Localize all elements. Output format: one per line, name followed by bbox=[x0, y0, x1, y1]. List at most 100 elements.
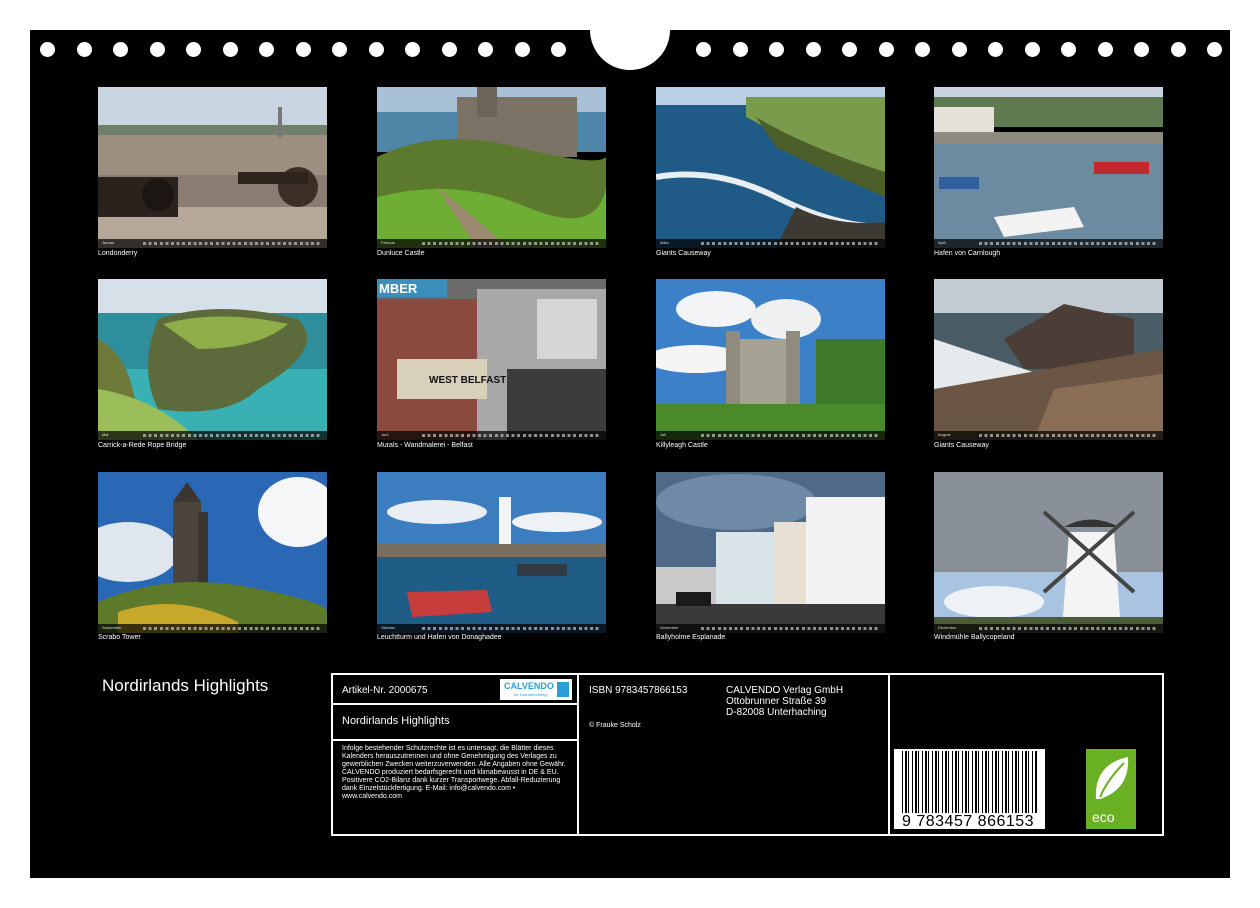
legal-text: Infolge bestehender Schutzrechte ist es … bbox=[342, 745, 566, 800]
caption: Londonderry bbox=[98, 250, 138, 257]
photo-donaghadee-lighthouse bbox=[377, 472, 606, 633]
month-label: April bbox=[938, 240, 947, 245]
divider bbox=[333, 739, 577, 741]
month-label: Juli bbox=[660, 432, 667, 437]
eco-label: eco bbox=[1092, 809, 1115, 825]
binding-hole bbox=[769, 42, 784, 57]
calendar-strip: Februar bbox=[377, 239, 606, 248]
binding-hole bbox=[186, 42, 201, 57]
binding-hole bbox=[113, 42, 128, 57]
thumbnail-carnlough: April bbox=[934, 87, 1163, 248]
month-label: Dezember bbox=[938, 625, 957, 630]
thumbnail-ballyholme: November bbox=[656, 472, 885, 633]
month-label: Mai bbox=[102, 432, 109, 437]
photo-londonderry bbox=[98, 87, 327, 248]
binding-hole bbox=[1134, 42, 1149, 57]
photo-ballyholme-esplanade bbox=[656, 472, 885, 633]
binding-hole bbox=[696, 42, 711, 57]
copyright: © Frauke Scholz bbox=[589, 722, 641, 729]
binding-hole bbox=[842, 42, 857, 57]
thumbnail-giants-causeway-2: August bbox=[934, 279, 1163, 440]
caption: Leuchtturm und Hafen von Donaghadee bbox=[377, 634, 502, 641]
thumbnail-killyleagh-castle: Juli bbox=[656, 279, 885, 440]
binding-hole bbox=[222, 42, 238, 57]
info-title: Nordirlands Highlights bbox=[342, 715, 450, 727]
binding-hole bbox=[259, 42, 274, 57]
binding-hole bbox=[915, 42, 930, 57]
hanger-notch bbox=[590, 28, 670, 70]
calendar-back-cover: Januar Londonderry Februar Dunluce Castl… bbox=[30, 28, 1230, 878]
thumbnail-londonderry: Januar bbox=[98, 87, 327, 248]
binding-hole bbox=[805, 42, 821, 57]
publisher-street: Ottobrunner Straße 39 bbox=[726, 696, 827, 707]
thumbnail-giants-causeway-1: März bbox=[656, 87, 885, 248]
photo-carnlough-harbour bbox=[934, 87, 1163, 248]
thumbnail-ballycopeland: Dezember bbox=[934, 472, 1163, 633]
month-label: August bbox=[938, 432, 951, 437]
month-label: November bbox=[660, 625, 679, 630]
caption: Scrabo Tower bbox=[98, 634, 141, 641]
binding-hole bbox=[441, 42, 457, 57]
caption: Hafen von Carnlough bbox=[934, 250, 1001, 257]
eco-badge: eco bbox=[1086, 749, 1136, 829]
logo-mark-icon bbox=[557, 682, 569, 697]
calvendo-logo: CALVENDO Ihr Kalenderverlag bbox=[500, 679, 572, 700]
binding-hole bbox=[988, 42, 1003, 57]
photo-dunluce-castle bbox=[377, 87, 606, 248]
binding-hole bbox=[514, 42, 530, 57]
leaf-icon bbox=[1095, 757, 1129, 799]
calendar-strip: April bbox=[934, 239, 1163, 248]
logo-text: CALVENDO bbox=[504, 681, 554, 691]
binding-hole bbox=[1170, 42, 1186, 57]
caption: Giants Causeway bbox=[656, 250, 711, 257]
barcode-bars bbox=[902, 751, 1038, 813]
binding-hole bbox=[295, 42, 311, 57]
thumbnail-scrabo-tower: September bbox=[98, 472, 327, 633]
barcode-panel: 9 783457 866153 eco bbox=[890, 675, 1164, 834]
binding-hole bbox=[878, 42, 894, 57]
binding-hole bbox=[368, 42, 384, 57]
calendar-strip: März bbox=[656, 239, 885, 248]
binding-hole bbox=[732, 42, 748, 57]
logo-subtext: Ihr Kalenderverlag bbox=[514, 692, 547, 697]
photo-scrabo-tower bbox=[98, 472, 327, 633]
month-label: März bbox=[660, 240, 669, 245]
isbn: ISBN 9783457866153 bbox=[589, 685, 688, 696]
binding-holes bbox=[30, 28, 1230, 70]
photo-ballycopeland-windmill bbox=[934, 472, 1163, 633]
divider bbox=[577, 675, 579, 834]
binding-hole bbox=[951, 42, 967, 57]
caption: Dunluce Castle bbox=[377, 250, 425, 257]
calendar-strip: Oktober bbox=[377, 624, 606, 633]
thumbnail-carrick-a-rede: Mai bbox=[98, 279, 327, 440]
photo-belfast-murals: MBER WEST BELFAST bbox=[377, 279, 606, 440]
binding-hole bbox=[40, 42, 55, 57]
thumbnail-murals-belfast: MBER WEST BELFAST Juni bbox=[377, 279, 606, 440]
thumbnail-donaghadee: Oktober bbox=[377, 472, 606, 633]
binding-hole bbox=[1061, 42, 1076, 57]
barcode: 9 783457 866153 bbox=[894, 749, 1045, 830]
binding-hole bbox=[478, 42, 493, 57]
caption: Murals - Wandmalerei - Belfast bbox=[377, 442, 473, 449]
caption: Windmühle Ballycopeland bbox=[934, 634, 1015, 641]
calendar-title: Nordirlands Highlights bbox=[102, 676, 269, 695]
binding-hole bbox=[405, 42, 420, 57]
caption: Killyleagh Castle bbox=[656, 442, 708, 449]
binding-hole bbox=[1024, 42, 1040, 57]
info-box: Artikel-Nr. 2000675 CALVENDO Ihr Kalende… bbox=[331, 673, 1164, 836]
divider bbox=[333, 703, 577, 705]
calendar-strip: Januar bbox=[98, 239, 327, 248]
month-label: Oktober bbox=[381, 625, 396, 630]
caption: Giants Causeway bbox=[934, 442, 989, 449]
calendar-strip: September bbox=[98, 624, 327, 633]
photo-killyleagh-castle bbox=[656, 279, 885, 440]
photo-giants-causeway bbox=[656, 87, 885, 248]
calendar-strip: Dezember bbox=[934, 624, 1163, 633]
photo-giants-causeway-columns bbox=[934, 279, 1163, 440]
binding-hole bbox=[1207, 42, 1222, 57]
binding-hole bbox=[551, 42, 566, 57]
binding-hole bbox=[76, 42, 92, 57]
publisher-city: D-82008 Unterhaching bbox=[726, 707, 827, 718]
binding-hole bbox=[332, 42, 347, 57]
calendar-strip: November bbox=[656, 624, 885, 633]
